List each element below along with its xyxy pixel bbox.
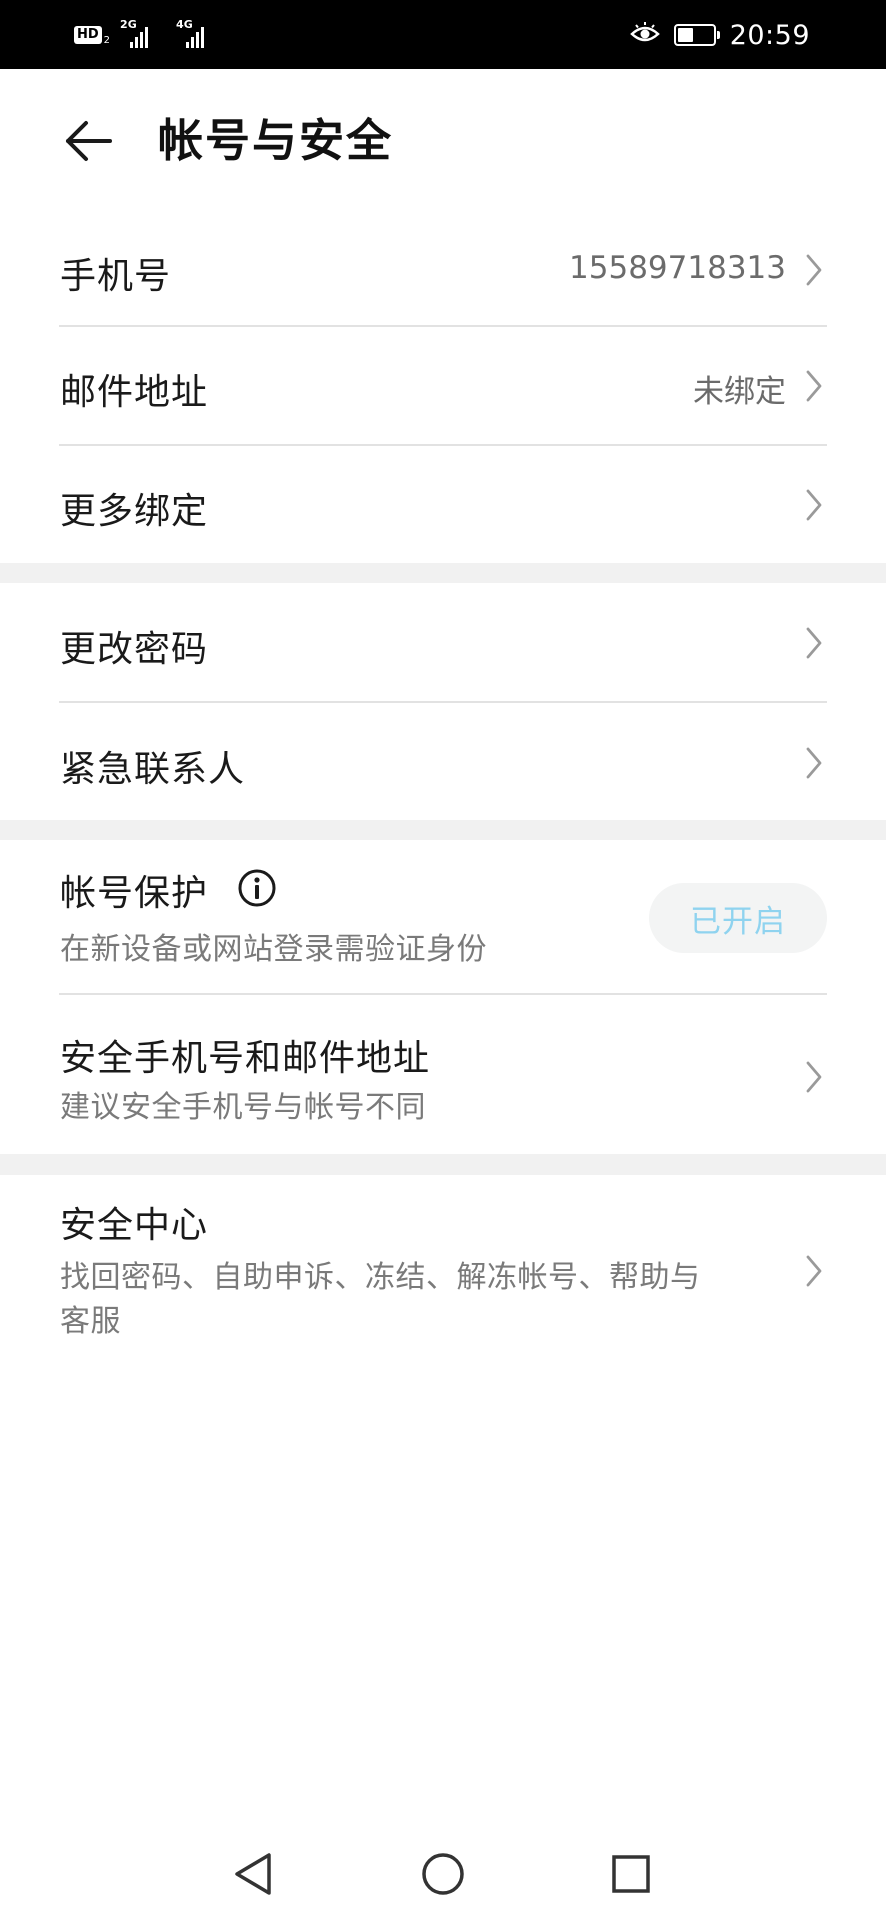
triangle-back-icon xyxy=(235,1853,271,1895)
eye-comfort-icon xyxy=(629,21,660,49)
chevron-right-icon xyxy=(802,366,826,406)
chevron-right-icon xyxy=(802,623,826,663)
email-address-value: 未绑定 xyxy=(693,374,786,410)
account-protection-label: 帐号保护 xyxy=(60,873,209,914)
section-gap xyxy=(0,563,886,583)
circle-home-icon xyxy=(422,1853,464,1895)
security-phone-email-desc: 建议安全手机号与帐号不同 xyxy=(60,1090,426,1125)
hd-badge: HD xyxy=(74,26,102,44)
account-protection-desc: 在新设备或网站登录需验证身份 xyxy=(60,932,487,967)
chevron-right-icon xyxy=(802,250,826,290)
section-gap xyxy=(0,1154,886,1175)
chevron-right-icon xyxy=(802,743,826,783)
signal-icon: 2G xyxy=(120,18,166,50)
email-address-row[interactable]: 邮件地址 未绑定 xyxy=(0,326,886,445)
chevron-right-icon xyxy=(802,1057,826,1097)
square-recents-icon xyxy=(612,1855,650,1893)
phone-number-label: 手机号 xyxy=(60,256,172,297)
app-header: 帐号与安全 xyxy=(0,69,886,214)
nav-back-button[interactable] xyxy=(223,1844,283,1904)
change-password-row[interactable]: 更改密码 xyxy=(0,583,886,701)
hd-sub: 2 xyxy=(103,34,111,46)
navigation-bar xyxy=(0,1820,886,1920)
security-center-label: 安全中心 xyxy=(60,1205,209,1246)
status-right: 20:59 xyxy=(629,16,810,54)
change-password-label: 更改密码 xyxy=(60,629,209,670)
emergency-contact-label: 紧急联系人 xyxy=(60,749,246,790)
more-bindings-row[interactable]: 更多绑定 xyxy=(0,445,886,563)
chevron-right-icon xyxy=(802,485,826,525)
security-center-desc-line2: 客服 xyxy=(60,1304,121,1339)
section-gap xyxy=(0,820,886,840)
security-center-row[interactable]: 安全中心 找回密码、自助申诉、冻结、解冻帐号、帮助与 客服 xyxy=(0,1175,886,1355)
account-protection-status-button[interactable]: 已开启 xyxy=(649,883,827,953)
security-phone-email-row[interactable]: 安全手机号和邮件地址 建议安全手机号与帐号不同 xyxy=(0,994,886,1154)
page-title: 帐号与安全 xyxy=(158,114,394,167)
phone-number-value: 15589718313 xyxy=(569,250,786,286)
email-address-label: 邮件地址 xyxy=(60,372,209,413)
info-icon[interactable] xyxy=(237,868,277,908)
nav-home-button[interactable] xyxy=(413,1844,473,1904)
status-left: HD 2 2G 4G xyxy=(74,18,222,52)
battery-fill xyxy=(677,28,693,42)
arrow-left-icon xyxy=(66,121,112,161)
security-center-desc-line1: 找回密码、自助申诉、冻结、解冻帐号、帮助与 xyxy=(60,1260,701,1295)
chevron-right-icon xyxy=(802,1251,826,1291)
back-button[interactable] xyxy=(56,113,120,169)
phone-number-row[interactable]: 手机号 15589718313 xyxy=(0,214,886,326)
status-bar: HD 2 2G 4G 20:59 xyxy=(0,0,886,69)
account-protection-row: 帐号保护 在新设备或网站登录需验证身份 已开启 xyxy=(0,840,886,994)
nav-recents-button[interactable] xyxy=(601,1844,661,1904)
clock: 20:59 xyxy=(729,19,810,51)
battery-icon xyxy=(673,24,720,46)
emergency-contact-row[interactable]: 紧急联系人 xyxy=(0,702,886,820)
security-phone-email-label: 安全手机号和邮件地址 xyxy=(60,1038,431,1079)
more-bindings-label: 更多绑定 xyxy=(60,491,209,532)
signal-icon: 4G xyxy=(176,18,222,50)
